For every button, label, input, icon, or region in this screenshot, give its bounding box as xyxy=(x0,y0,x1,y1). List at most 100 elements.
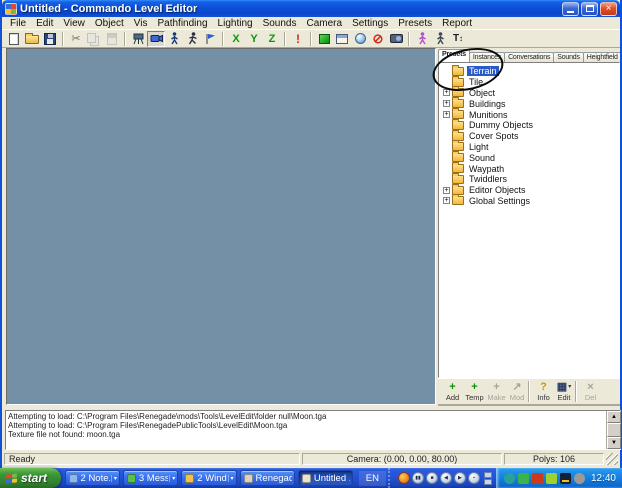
tray-icon-3[interactable] xyxy=(532,473,543,484)
preset-action-button[interactable]: + ▾ Make xyxy=(486,381,507,402)
tree-item[interactable]: + Tile xyxy=(443,77,619,88)
move-cube-button[interactable] xyxy=(315,31,333,47)
tree-item[interactable]: + Light xyxy=(443,142,619,153)
tree-item[interactable]: + Editor Objects xyxy=(443,185,619,196)
tree-item[interactable]: + Twiddlers xyxy=(443,174,619,185)
expand-plus-icon[interactable]: + xyxy=(443,89,450,96)
expand-plus-icon[interactable]: + xyxy=(443,197,450,204)
axis-z-toggle[interactable]: Z xyxy=(263,31,281,47)
tray-icon-2[interactable] xyxy=(518,473,529,484)
folder-icon xyxy=(452,121,464,130)
paste-button xyxy=(103,31,121,47)
menu-item[interactable]: File xyxy=(5,18,31,29)
preset-action-button[interactable]: + ▾ Temp xyxy=(464,381,485,402)
tray-icon-4[interactable] xyxy=(546,473,557,484)
new-file-button[interactable] xyxy=(5,31,23,47)
tree-item[interactable]: + Waypath xyxy=(443,163,619,174)
wmp-icon[interactable] xyxy=(398,472,410,484)
tree-item[interactable]: + Dummy Objects xyxy=(443,120,619,131)
menu-item[interactable]: Report xyxy=(437,18,477,29)
panel-tab[interactable]: Instances xyxy=(469,52,505,62)
language-indicator[interactable]: EN xyxy=(359,471,386,486)
menu-item[interactable]: Camera xyxy=(301,18,347,29)
panel-tab[interactable]: Presets xyxy=(438,49,470,62)
tree-item[interactable]: + Cover Spots xyxy=(443,131,619,142)
taskbar-button[interactable]: 3 Mess... ▾ xyxy=(123,470,178,486)
band-restore-buttons[interactable] xyxy=(484,472,492,485)
expand-plus-icon[interactable]: + xyxy=(443,187,450,194)
tree-item[interactable]: + Sound xyxy=(443,152,619,163)
menu-item[interactable]: Vis xyxy=(129,18,153,29)
expand-plus-icon[interactable]: + xyxy=(443,100,450,107)
group-expand-icon[interactable]: ▾ xyxy=(169,475,175,482)
scroll-up-icon[interactable]: ▲ xyxy=(607,411,621,423)
start-button[interactable]: start xyxy=(0,468,61,488)
dropdown-arrow-icon[interactable]: ▾ xyxy=(568,383,571,390)
preset-action-button[interactable]: + ▾ Add xyxy=(442,381,463,402)
camera-icon xyxy=(390,34,403,43)
panel-tab[interactable]: Sounds xyxy=(553,52,584,62)
tree-item[interactable]: + Buildings xyxy=(443,98,619,109)
task-app-icon xyxy=(302,474,311,483)
axis-x-toggle[interactable]: X xyxy=(227,31,245,47)
tray-icon-1[interactable] xyxy=(504,473,515,484)
panel-tab[interactable]: Conversations xyxy=(504,52,554,62)
waypoint-flag-icon xyxy=(204,33,216,45)
run-mode-button[interactable] xyxy=(183,31,201,47)
tray-icon-5[interactable] xyxy=(560,473,571,484)
tray-icon-6[interactable] xyxy=(574,473,585,484)
menu-item[interactable]: View xyxy=(58,18,90,29)
open-file-button[interactable] xyxy=(23,31,41,47)
menu-item[interactable]: Sounds xyxy=(258,18,302,29)
character-dark-button[interactable] xyxy=(431,31,449,47)
menu-item[interactable]: Edit xyxy=(31,18,58,29)
light-toggle-button[interactable]: ! xyxy=(289,31,307,47)
tree-item[interactable]: + Munitions xyxy=(443,109,619,120)
window-frame-button[interactable] xyxy=(333,31,351,47)
taskbar-button[interactable]: 2 Wind... ▾ xyxy=(181,470,236,486)
menu-item[interactable]: Presets xyxy=(393,18,437,29)
viewport-3d[interactable] xyxy=(6,48,436,405)
log-scrollbar[interactable]: ▲ ▼ xyxy=(606,411,620,449)
maximize-button[interactable] xyxy=(581,2,598,16)
tree-item[interactable]: + Terrain xyxy=(443,66,619,77)
taskbar-button[interactable]: Untitled ... ▾ xyxy=(298,470,353,486)
camera-tripod-button[interactable] xyxy=(129,31,147,47)
preset-action-button[interactable]: ? ▾ Info xyxy=(533,381,554,402)
save-button[interactable] xyxy=(41,31,59,47)
stop-button[interactable]: ■ xyxy=(426,472,438,484)
character-purple-button[interactable] xyxy=(413,31,431,47)
taskbar-button[interactable]: 2 Note... ▾ xyxy=(65,470,120,486)
view-mode-button[interactable] xyxy=(147,31,165,47)
mute-button[interactable]: ▪ xyxy=(468,472,480,484)
tree-item[interactable]: + Object xyxy=(443,88,619,99)
minimize-button[interactable] xyxy=(562,2,579,16)
close-button[interactable]: × xyxy=(600,2,617,16)
next-button[interactable]: ▶ xyxy=(454,472,466,484)
menu-item[interactable]: Pathfinding xyxy=(152,18,212,29)
walk-mode-button[interactable] xyxy=(165,31,183,47)
scroll-down-icon[interactable]: ▼ xyxy=(607,437,621,449)
previous-button[interactable]: ◀ xyxy=(440,472,452,484)
preset-action-button[interactable]: ▦ ▾ Edit xyxy=(555,381,576,402)
sphere-button[interactable] xyxy=(351,31,369,47)
pause-button[interactable]: ▮▮ xyxy=(412,472,424,484)
no-collision-button[interactable]: ⊘ xyxy=(369,31,387,47)
camera-settings-button[interactable] xyxy=(387,31,405,47)
group-expand-icon[interactable]: ▾ xyxy=(111,475,117,482)
menu-item[interactable]: Object xyxy=(90,18,129,29)
waypoint-flag-button[interactable] xyxy=(201,31,219,47)
axis-y-toggle[interactable]: Y xyxy=(245,31,263,47)
menu-item[interactable]: Settings xyxy=(347,18,393,29)
tree-item[interactable]: + Global Settings xyxy=(443,196,619,207)
resize-grip[interactable] xyxy=(606,453,618,465)
menu-item[interactable]: Lighting xyxy=(213,18,258,29)
taskbar-button[interactable]: Renegad... ▾ xyxy=(240,470,295,486)
group-expand-icon[interactable]: ▾ xyxy=(228,475,234,482)
expand-plus-icon[interactable]: + xyxy=(443,111,450,118)
scrollbar-thumb[interactable] xyxy=(607,423,621,437)
panel-tab[interactable]: Heightfield xyxy=(583,52,620,62)
preset-action-button[interactable]: × ▾ Del xyxy=(580,381,601,402)
preset-action-button[interactable]: ↗ ▾ Mod xyxy=(508,381,529,402)
text-size-button[interactable]: T↕ xyxy=(449,31,467,47)
